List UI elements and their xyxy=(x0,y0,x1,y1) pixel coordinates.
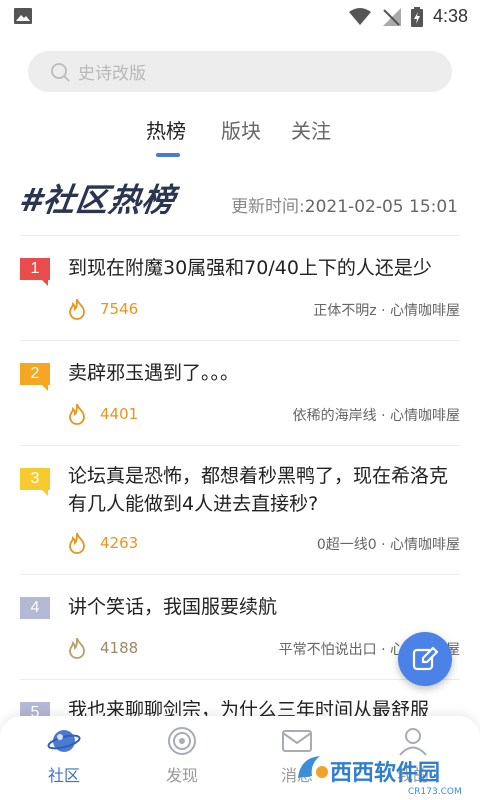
post-source: 正体不明z · 心情咖啡屋 xyxy=(313,303,460,319)
watermark-logo: 西西软件园 CR173.COM xyxy=(298,756,462,797)
post-source: 依稀的海岸线 · 心情咖啡屋 xyxy=(292,408,460,424)
update-value: 2021-02-05 15:01 xyxy=(304,197,458,217)
flame-icon xyxy=(69,532,85,554)
heat-count: 4401 xyxy=(100,405,139,423)
post-meta: 4263 0超一线0 · 心情咖啡屋 xyxy=(68,532,460,556)
post-title: 到现在附魔30属强和70/40上下的人还是少 xyxy=(68,257,432,279)
tab-boards[interactable]: 版块 xyxy=(221,115,261,144)
post-source: 0超一线0 · 心情咖啡屋 xyxy=(316,537,460,553)
status-time: 4:38 xyxy=(432,6,468,26)
heat-count: 7546 xyxy=(100,300,139,318)
list-item[interactable]: 1 到现在附魔30属强和70/40上下的人还是少 7546 正体不明z · 心情… xyxy=(0,236,480,340)
post-title: 讲个笑话，我国服要续航 xyxy=(68,596,278,618)
tab-follow[interactable]: 关注 xyxy=(291,115,331,144)
post-meta: 7546 正体不明z · 心情咖啡屋 xyxy=(68,298,460,322)
update-label: 更新时间: xyxy=(231,197,305,217)
target-icon xyxy=(168,727,196,755)
wifi-icon xyxy=(348,7,371,25)
post-title: 卖辟邪玉遇到了。。。 xyxy=(68,362,240,384)
image-icon xyxy=(14,8,32,24)
rank-badge: 3 xyxy=(20,468,50,496)
update-time: 更新时间:2021-02-05 15:01 xyxy=(231,192,458,217)
edit-icon xyxy=(412,646,439,671)
tab-bar: 热榜 版块 关注 xyxy=(0,115,480,165)
search-placeholder: 史诗改版 xyxy=(78,64,146,84)
nav-community[interactable]: 社区 xyxy=(19,726,109,786)
tab-hot[interactable]: 热榜 xyxy=(146,115,186,144)
flame-icon xyxy=(69,298,85,320)
svg-text:CR173.COM: CR173.COM xyxy=(408,787,462,797)
search-bar[interactable]: 史诗改版 xyxy=(28,51,452,92)
flame-icon xyxy=(69,637,85,659)
heat-count: 4188 xyxy=(100,639,139,657)
post-meta: 4401 依稀的海岸线 · 心情咖啡屋 xyxy=(68,403,460,427)
post-title: 论坛真是恐怖，都想着秒黑鸭了，现在希洛克有几人能做到4人进去直接秒? xyxy=(68,465,449,515)
rank-badge: 2 xyxy=(20,363,50,391)
battery-icon xyxy=(410,6,423,27)
svg-text:西西软件园: 西西软件园 xyxy=(330,760,440,786)
rank-badge: 4 xyxy=(20,597,50,619)
planet-icon xyxy=(47,730,81,752)
heat-count: 4263 xyxy=(100,534,139,552)
list-item[interactable]: 3 论坛真是恐怖，都想着秒黑鸭了，现在希洛克有几人能做到4人进去直接秒? 426… xyxy=(0,446,480,574)
compose-button[interactable] xyxy=(398,632,452,686)
list-item[interactable]: 2 卖辟邪玉遇到了。。。 4401 依稀的海岸线 · 心情咖啡屋 xyxy=(0,341,480,445)
signal-icon xyxy=(382,7,401,26)
rank-badge: 1 xyxy=(20,258,50,286)
search-icon xyxy=(51,62,70,82)
flame-icon xyxy=(69,403,85,425)
status-bar: 4:38 xyxy=(0,0,480,34)
page-title: #社区热榜 xyxy=(17,181,178,219)
tab-indicator xyxy=(156,153,180,157)
nav-discover[interactable]: 发现 xyxy=(137,726,227,786)
